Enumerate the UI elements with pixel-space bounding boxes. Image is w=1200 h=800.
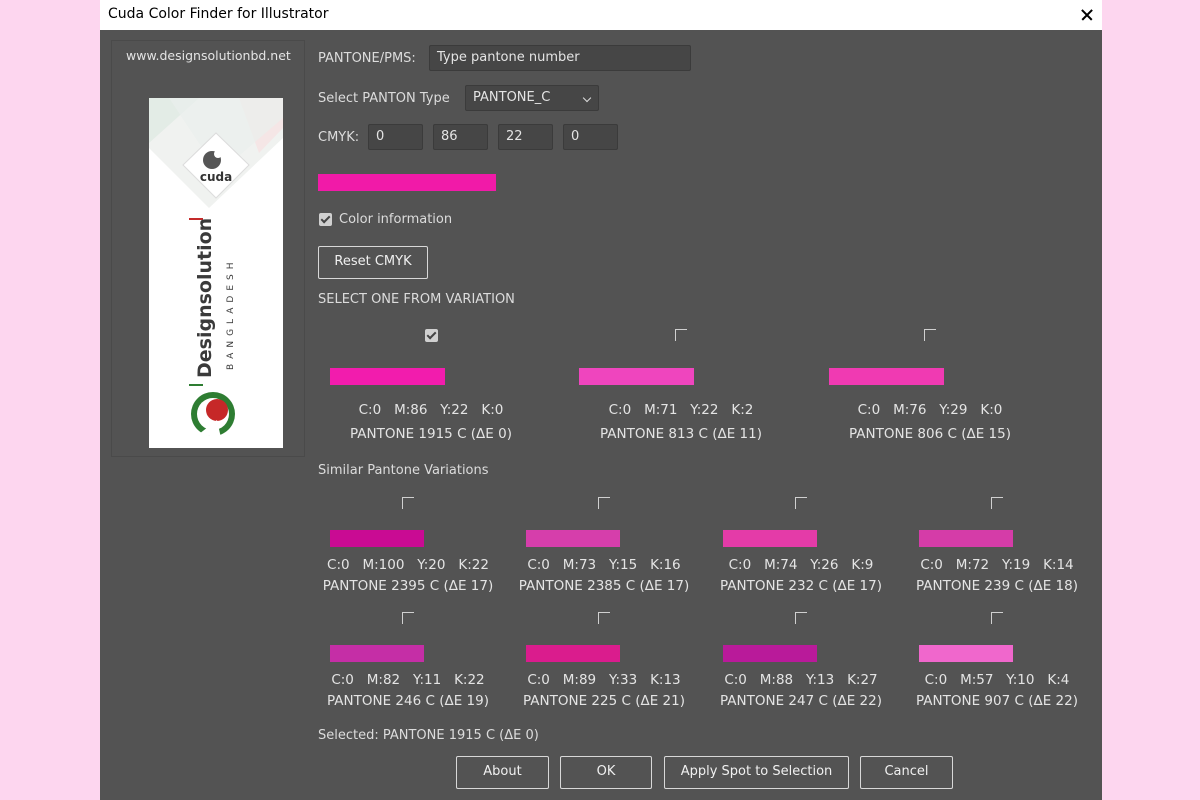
variation-checkbox[interactable] [924,329,936,341]
cmyk-k-input[interactable]: 0 [563,124,618,150]
cancel-button[interactable]: Cancel [860,756,953,789]
window-title: Cuda Color Finder for Illustrator [108,6,329,22]
logo-brand-text: cuda [200,170,232,184]
variation-swatch[interactable] [526,530,620,547]
variation-pantone-name: PANTONE 907 C (ΔE 22) [916,693,1078,709]
variation-cmyk-text: C:0 M:88 Y:13 K:27 [724,672,878,688]
variation-pantone-name: PANTONE 2385 C (ΔE 17) [518,578,690,594]
variation-cmyk-text: C:0 M:76 Y:29 K:0 [857,402,1003,418]
logo-name-text: Designsolution [194,218,216,378]
variation-pantone-name: PANTONE 247 C (ΔE 22) [720,693,882,709]
variation-cmyk-text: C:0 M:100 Y:20 K:22 [327,557,489,573]
selected-status: Selected: PANTONE 1915 C (ΔE 0) [318,728,539,743]
variation-checkbox[interactable] [795,612,807,624]
variation-cmyk-text: C:0 M:74 Y:26 K:9 [728,557,874,573]
variation-checkbox[interactable] [402,497,414,509]
variation-checkbox[interactable] [598,497,610,509]
variation-pantone-name: PANTONE 806 C (ΔE 15) [849,426,1011,442]
pantone-input[interactable]: Type pantone number [429,45,691,71]
reset-cmyk-button[interactable]: Reset CMYK [318,246,428,279]
variation-swatch[interactable] [526,645,620,662]
logo-graphic: cuda Designsolution BANGLADESH [149,98,283,438]
variation-cmyk-text: C:0 M:57 Y:10 K:4 [924,672,1070,688]
variation-pantone-name: PANTONE 813 C (ΔE 11) [600,426,762,442]
variation-pantone-name: PANTONE 232 C (ΔE 17) [720,578,882,594]
pantone-label: PANTONE/PMS: [318,51,416,66]
variation-checkbox[interactable] [795,497,807,509]
variation-cmyk-text: C:0 M:72 Y:19 K:14 [920,557,1074,573]
chevron-down-icon [582,93,592,103]
variation-checkbox[interactable] [425,329,438,342]
panton-type-select[interactable]: PANTONE_C [465,85,599,111]
variation-swatch[interactable] [330,645,424,662]
variation-pantone-name: PANTONE 225 C (ΔE 21) [523,693,685,709]
apply-spot-button[interactable]: Apply Spot to Selection [664,756,849,789]
variation-cmyk-text: C:0 M:89 Y:33 K:13 [527,672,681,688]
variation-pantone-name: PANTONE 239 C (ΔE 18) [916,578,1078,594]
variation-swatch[interactable] [829,368,944,385]
brand-panel: www.designsolutionbd.net cuda Designsolu… [111,40,305,457]
variation-checkbox[interactable] [991,497,1003,509]
variation-checkbox[interactable] [402,612,414,624]
variation-pantone-name: PANTONE 2395 C (ΔE 17) [322,578,494,594]
variation-checkbox[interactable] [675,329,687,341]
variation-swatch[interactable] [723,530,817,547]
variation-heading: SELECT ONE FROM VARIATION [318,292,515,307]
variation-swatch[interactable] [579,368,694,385]
color-info-label: Color information [339,212,453,227]
variation-swatch[interactable] [919,530,1013,547]
cmyk-m-input[interactable]: 86 [433,124,488,150]
variation-swatch[interactable] [919,645,1013,662]
variation-swatch[interactable] [330,530,424,547]
panton-type-label: Select PANTON Type [318,91,450,106]
variation-pantone-name: PANTONE 246 C (ΔE 19) [327,693,489,709]
variation-swatch[interactable] [330,368,445,385]
logo-country-text: BANGLADESH [226,257,236,370]
about-button[interactable]: About [456,756,549,789]
color-finder-window: Cuda Color Finder for Illustrator www.de… [100,0,1102,800]
title-bar: Cuda Color Finder for Illustrator [100,0,1102,30]
current-color-swatch [318,174,496,191]
brand-logo: cuda Designsolution BANGLADESH [149,98,283,448]
variation-checkbox[interactable] [598,612,610,624]
variation-pantone-name: PANTONE 1915 C (ΔE 0) [350,426,512,442]
cmyk-y-input[interactable]: 22 [498,124,553,150]
cmyk-label: CMYK: [318,130,360,145]
variation-cmyk-text: C:0 M:73 Y:15 K:16 [527,557,681,573]
ok-button[interactable]: OK [560,756,652,789]
variation-cmyk-text: C:0 M:86 Y:22 K:0 [358,402,504,418]
variation-cmyk-text: C:0 M:82 Y:11 K:22 [331,672,485,688]
color-info-checkbox[interactable] [319,213,332,226]
variation-checkbox[interactable] [991,612,1003,624]
close-icon[interactable] [1072,0,1102,30]
panton-type-value: PANTONE_C [473,90,551,105]
similar-heading: Similar Pantone Variations [318,463,489,478]
variation-swatch[interactable] [723,645,817,662]
variation-cmyk-text: C:0 M:71 Y:22 K:2 [608,402,754,418]
website-link: www.designsolutionbd.net [126,48,291,63]
cmyk-c-input[interactable]: 0 [368,124,423,150]
